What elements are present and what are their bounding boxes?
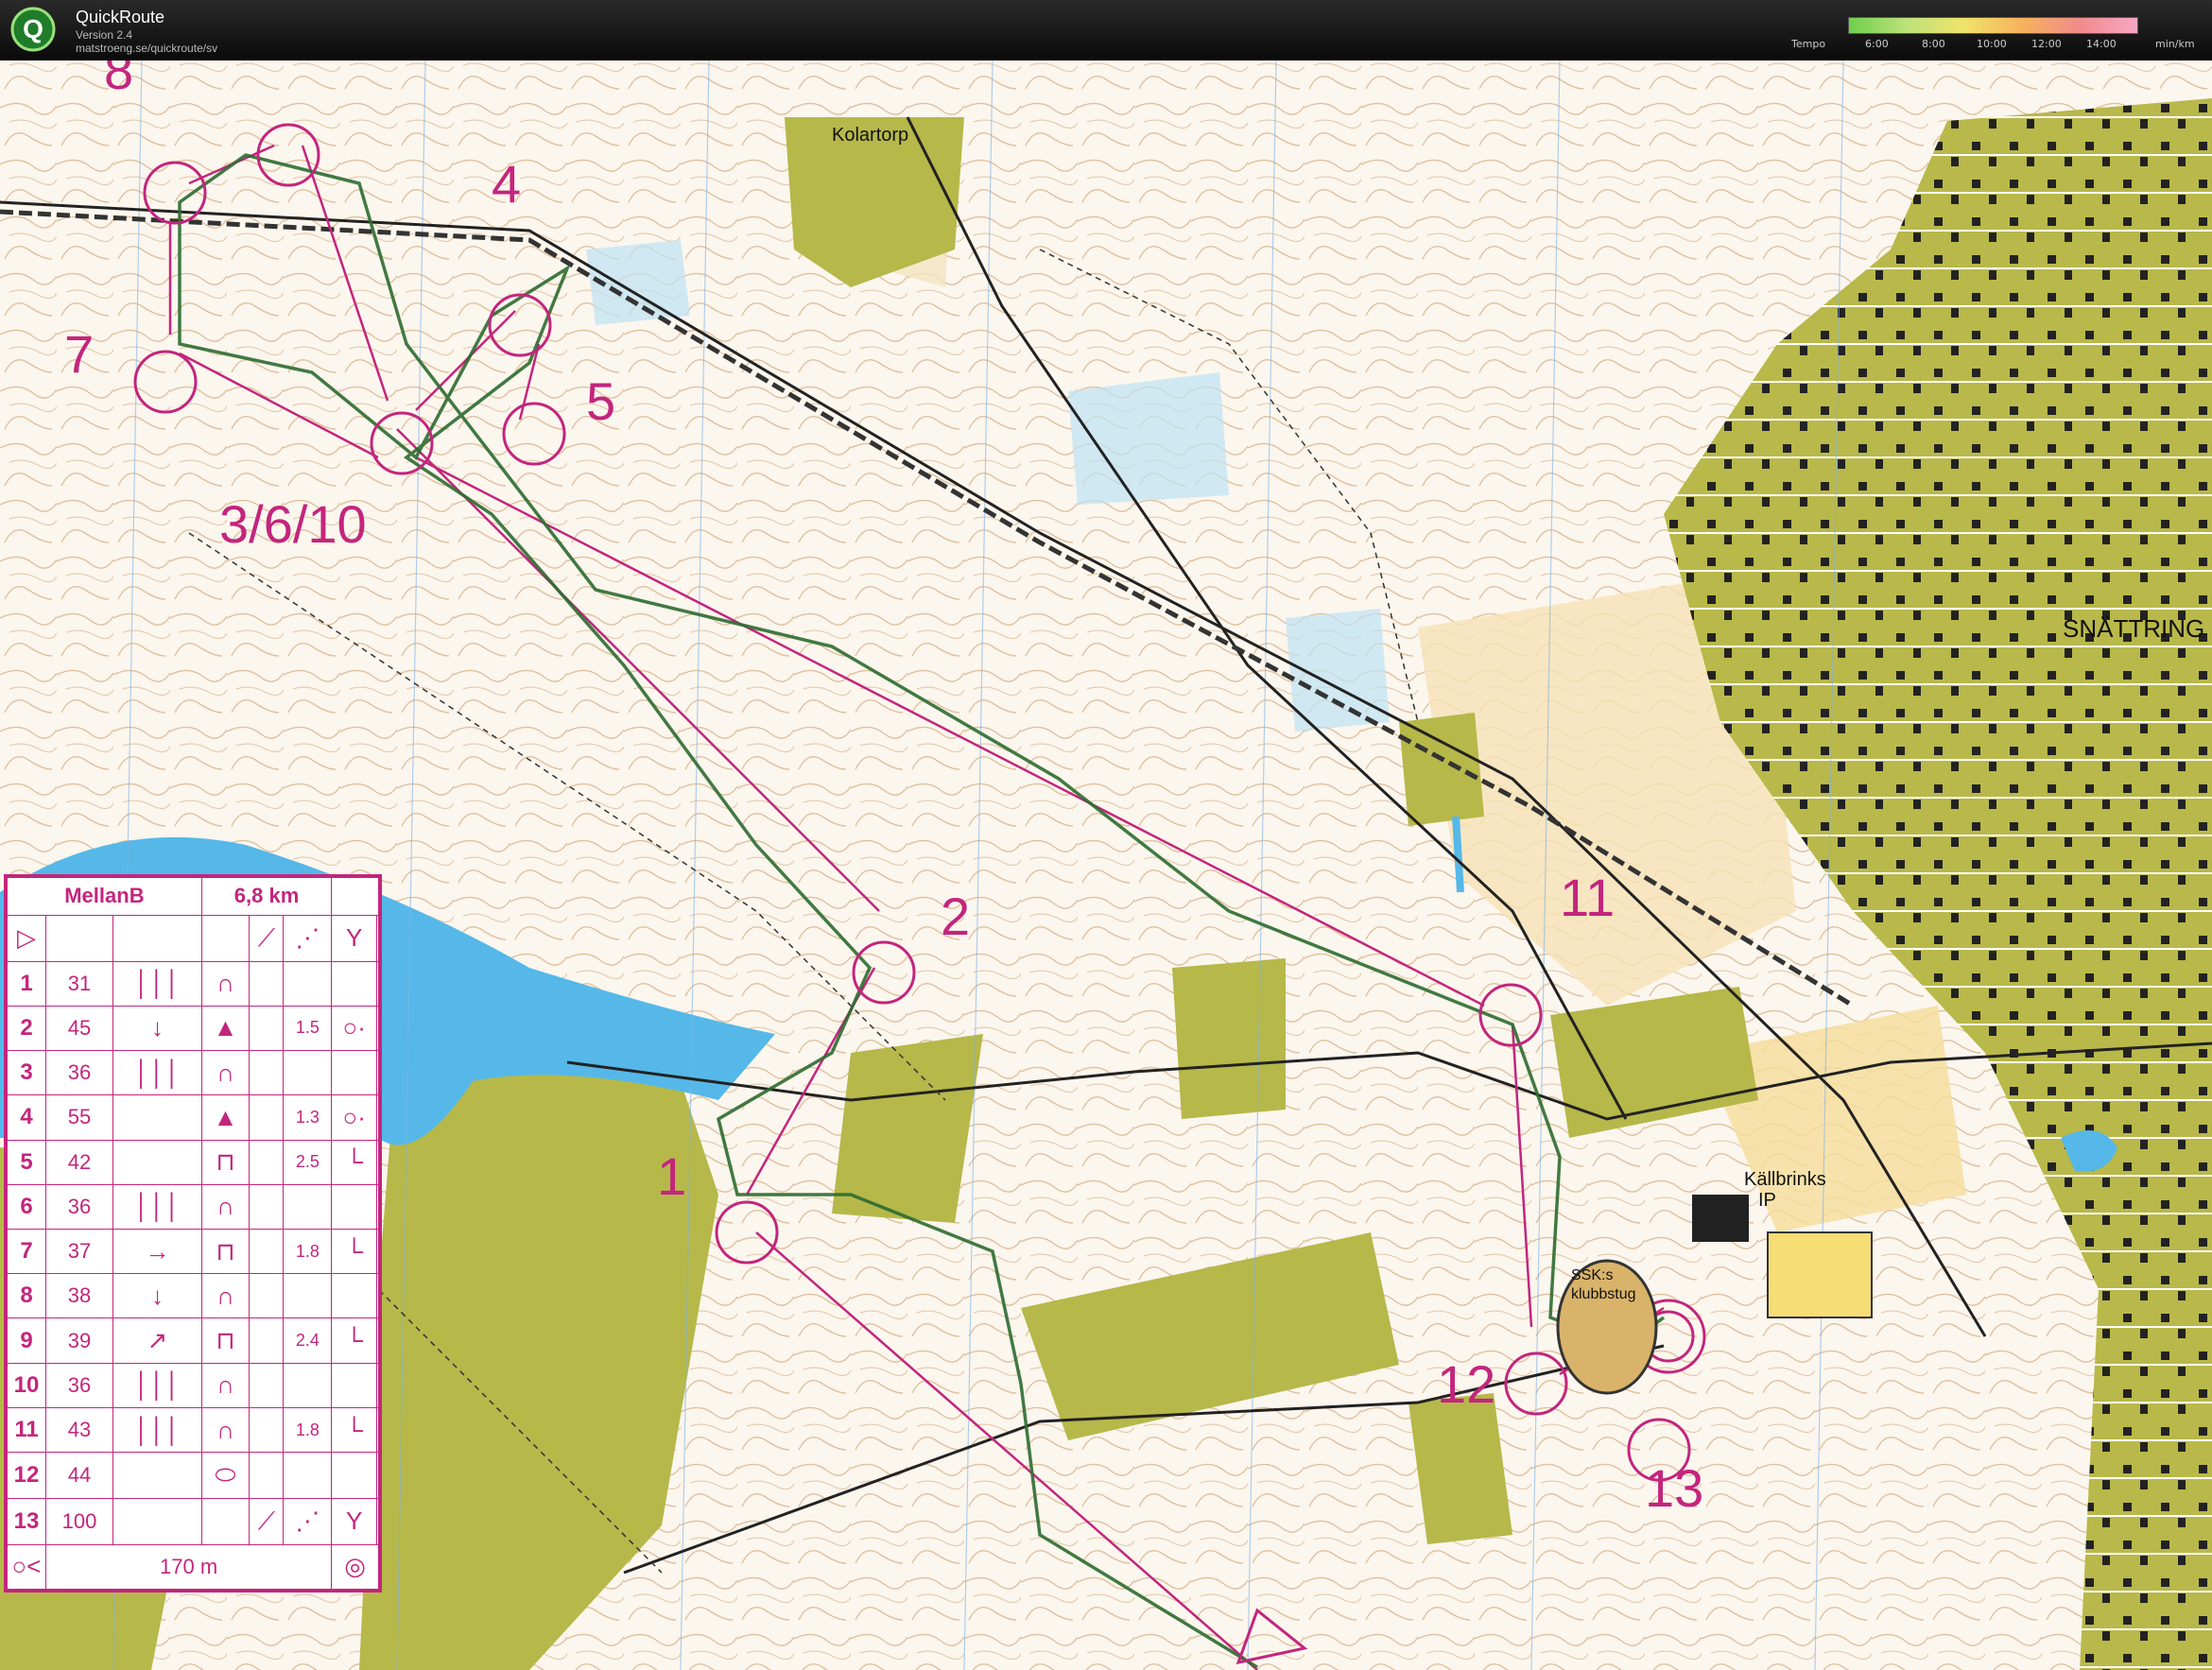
control-description-sheet: MellanB 6,8 km ▷ ⟋ ⋰ Y 1 31 │││ ∩ 2 45 ↓… (4, 874, 382, 1593)
legend-start-row: ▷ ⟋ ⋰ Y (7, 914, 379, 962)
control-label: 1 (657, 1146, 686, 1206)
legend-class: MellanB (7, 877, 202, 916)
control-label: 11 (1560, 868, 1615, 927)
legend-row: 4 55 ▲ 1.3 ○· (7, 1094, 379, 1141)
legend-row: 9 39 ↗ ⊓ 2.4 └ (7, 1317, 379, 1364)
legend-finish-row: ○< 170 m ◎ (7, 1543, 379, 1591)
crossing-icon: ⟋ (249, 914, 285, 962)
app-title: QuickRoute (76, 8, 165, 26)
crossing-icon: ⟋ (249, 1497, 285, 1545)
legend-row: 3 36 │││ ∩ (7, 1050, 379, 1096)
start-symbol-icon: ▷ (7, 914, 46, 962)
legend-row: 13 100 ⟋ ⋰ Y (7, 1497, 379, 1545)
place-label: Kolartorp (832, 125, 908, 146)
place-label: Källbrinks (1744, 1169, 1826, 1190)
place-label: SNÄTTRING (2063, 614, 2204, 643)
control-label: 12 (1437, 1354, 1495, 1414)
path-crossing-icon: ⋰ (283, 1497, 333, 1545)
tempo-label: Tempo (1791, 38, 1826, 50)
path-crossing-icon: ⋰ (283, 914, 333, 962)
stream (1452, 816, 1464, 893)
place-label: IP (1758, 1190, 1776, 1211)
control-label: 3/6/10 (219, 494, 367, 554)
legend-row: 2 45 ↓ ▲ 1.5 ○· (7, 1005, 379, 1052)
building (1692, 1195, 1749, 1242)
control-label: 13 (1645, 1458, 1703, 1518)
quickroute-logo-icon: Q (10, 7, 56, 52)
junction-icon: Y (331, 1497, 378, 1545)
control-label: 5 (586, 371, 615, 431)
control-label: 8 (104, 60, 133, 100)
tempo-tick: 10:00 (1977, 38, 2007, 50)
app-titlebar: Q QuickRoute Version 2.4 matstroeng.se/q… (0, 0, 2212, 60)
tempo-unit: min/km (2155, 38, 2195, 50)
legend-row: 11 43 │││ ∩ 1.8 └ (7, 1406, 379, 1454)
control-label: 2 (941, 887, 970, 946)
legend-distance: 6,8 km (200, 877, 333, 916)
legend-row: 10 36 │││ ∩ (7, 1362, 379, 1408)
junction-icon: Y (331, 914, 378, 962)
finish-funnel-icon: ○< (7, 1543, 46, 1591)
green-area (1172, 958, 1286, 1119)
tempo-tick: 12:00 (2031, 38, 2062, 50)
tempo-tick: 14:00 (2086, 38, 2117, 50)
app-version: Version 2.4 (76, 28, 133, 42)
app-url[interactable]: matstroeng.se/quickroute/sv (76, 42, 217, 55)
tempo-scale: Tempo 6:00 8:00 10:00 12:00 14:00 min/km (1791, 17, 2207, 55)
finish-distance: 170 m (44, 1543, 333, 1591)
green-area (1399, 713, 1484, 826)
tempo-color-bar (1848, 17, 2138, 34)
control-label: 4 (492, 154, 521, 214)
legend-header-row: MellanB 6,8 km (7, 877, 379, 916)
control-description-table: MellanB 6,8 km ▷ ⟋ ⋰ Y 1 31 │││ ∩ 2 45 ↓… (7, 877, 379, 1591)
legend-row: 5 42 ⊓ 2.5 └ (7, 1139, 379, 1185)
svg-text:Q: Q (23, 14, 43, 43)
place-label: SSK:s (1571, 1267, 1613, 1283)
place-label: klubbstug (1571, 1286, 1636, 1302)
tempo-tick: 8:00 (1922, 38, 1945, 50)
legend-row: 12 44 ⬭ (7, 1452, 379, 1499)
legend-row: 8 38 ↓ ∩ (7, 1273, 379, 1319)
legend-row: 6 36 │││ ∩ (7, 1183, 379, 1230)
control-label: 7 (64, 324, 94, 384)
finish-symbol-icon: ◎ (331, 1543, 379, 1591)
tempo-tick: 6:00 (1865, 38, 1889, 50)
legend-row: 1 31 │││ ∩ (7, 960, 379, 1007)
legend-row: 7 37 → ⊓ 1.8 └ (7, 1228, 379, 1275)
sports-field (1767, 1231, 1873, 1318)
